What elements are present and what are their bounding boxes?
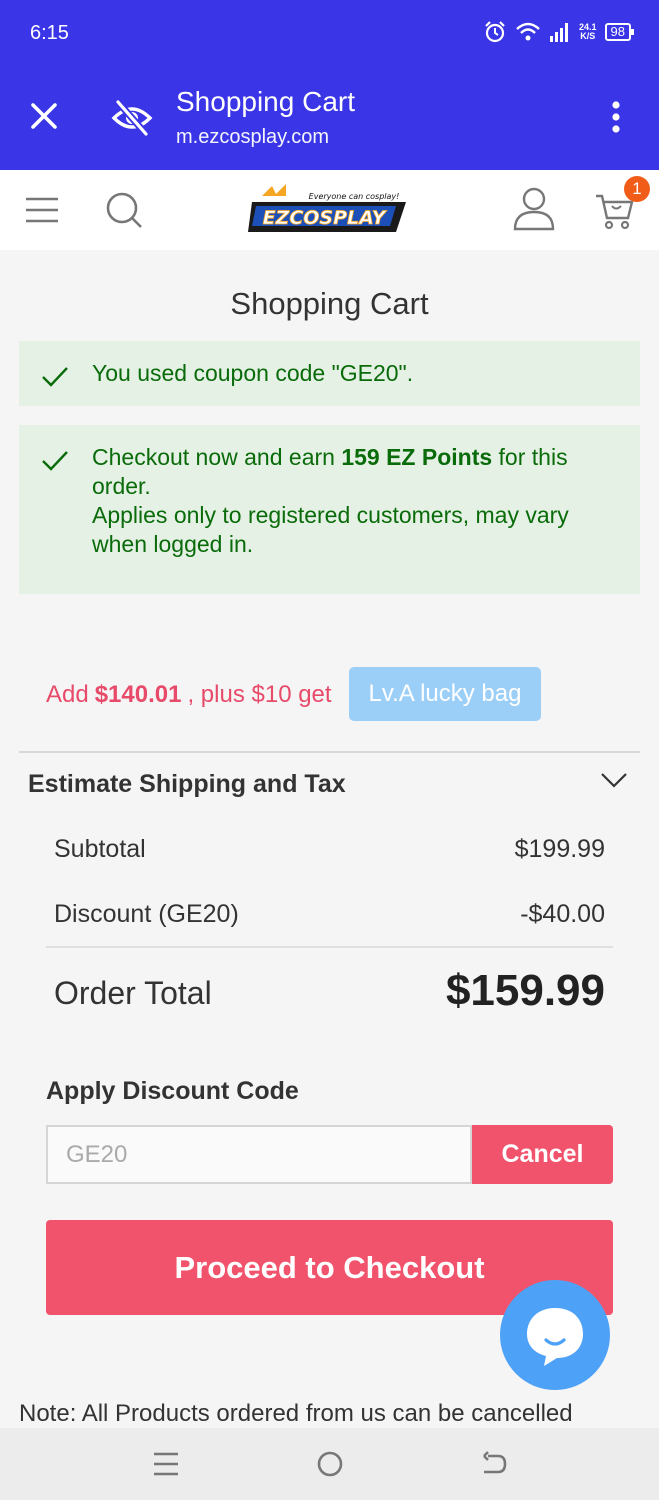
- logo-wordmark: EZCOSPLAY: [263, 207, 388, 229]
- browser-url[interactable]: m.ezcosplay.com: [176, 126, 329, 149]
- cancellation-note: Note: All Products ordered from us can b…: [19, 1400, 573, 1427]
- points-message-text: Checkout now and earn 159 EZ Points for …: [92, 444, 569, 557]
- recent-apps-icon[interactable]: [150, 1448, 182, 1480]
- chevron-down-icon[interactable]: [600, 770, 628, 790]
- menu-icon[interactable]: [24, 196, 60, 224]
- cart-count-badge: 1: [624, 176, 650, 202]
- more-vert-icon[interactable]: [606, 100, 626, 136]
- order-total-value: $159.99: [445, 966, 605, 1015]
- estimate-shipping-toggle[interactable]: Estimate Shipping and Tax: [28, 770, 346, 799]
- status-time: 6:15: [30, 22, 69, 44]
- browser-title-bar: Shopping Cart m.ezcosplay.com: [0, 66, 659, 170]
- order-total-label: Order Total: [54, 975, 212, 1011]
- total-divider: [46, 946, 613, 948]
- signal-icon: [550, 23, 568, 42]
- page-title: Shopping Cart: [230, 286, 429, 321]
- status-icons: 24.1 K/S 98: [483, 20, 635, 44]
- lucky-bag-button[interactable]: Lv.A lucky bag: [349, 667, 541, 721]
- status-bar: 6:15 24.1 K/S 98: [0, 0, 659, 66]
- battery-indicator: 98: [604, 23, 635, 41]
- eye-off-icon[interactable]: [110, 98, 154, 138]
- search-icon[interactable]: [104, 190, 144, 230]
- check-icon: [42, 451, 68, 471]
- live-chat-button[interactable]: [500, 1280, 610, 1390]
- system-navigation-bar: [0, 1428, 659, 1500]
- check-icon: [42, 367, 68, 387]
- cancel-discount-button[interactable]: Cancel: [472, 1125, 613, 1184]
- close-icon[interactable]: [26, 98, 62, 134]
- browser-page-title: Shopping Cart: [176, 86, 356, 117]
- site-logo[interactable]: EZCOSPLAY Everyone can cosplay!: [246, 182, 414, 238]
- discount-section-title: Apply Discount Code: [46, 1077, 299, 1105]
- coupon-success-message: You used coupon code "GE20".: [19, 341, 640, 406]
- summary-divider: [19, 751, 640, 753]
- wifi-icon: [516, 22, 540, 41]
- subtotal-value: $199.99: [514, 835, 605, 863]
- lucky-bag-upsell: Add $140.01 , plus $10 get: [46, 681, 332, 708]
- coupon-message-text: You used coupon code "GE20".: [92, 360, 414, 386]
- discount-value: -$40.00: [520, 900, 605, 928]
- home-icon[interactable]: [314, 1448, 346, 1480]
- back-icon[interactable]: [478, 1448, 510, 1480]
- discount-code-input[interactable]: [46, 1125, 472, 1184]
- logo-tagline: Everyone can cosplay!: [309, 192, 400, 201]
- upsell-amount: $140.01: [94, 681, 182, 708]
- points-amount: 159 EZ Points: [341, 444, 493, 470]
- points-note: Applies only to registered customers, ma…: [92, 502, 569, 557]
- net-speed: 24.1 K/S: [579, 22, 597, 41]
- subtotal-label: Subtotal: [54, 835, 146, 863]
- discount-label: Discount (GE20): [54, 900, 239, 928]
- account-icon[interactable]: [512, 186, 556, 232]
- points-success-message: Checkout now and earn 159 EZ Points for …: [19, 425, 640, 594]
- alarm-icon: [485, 21, 505, 43]
- site-header: EZCOSPLAY Everyone can cosplay!: [0, 170, 659, 250]
- chat-bubble-icon: [527, 1308, 583, 1366]
